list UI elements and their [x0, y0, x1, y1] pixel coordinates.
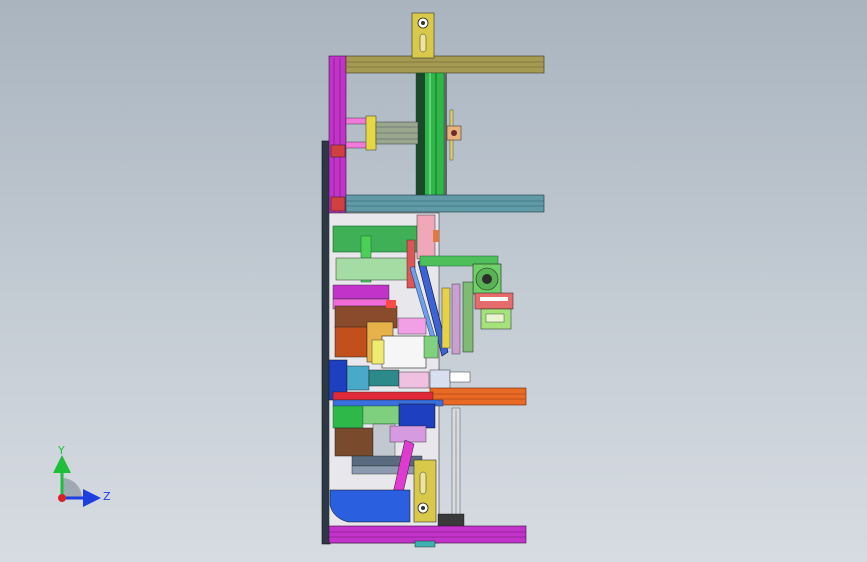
upper-magenta-column — [328, 55, 347, 214]
green-lower-block — [332, 405, 364, 429]
pink-cylinder-rod — [345, 117, 369, 125]
x-axis-dot — [58, 494, 66, 502]
z-axis-label: Z — [103, 490, 111, 503]
bottom-magenta-beam — [328, 525, 527, 544]
blue-base-plate — [329, 489, 411, 523]
base-foot — [414, 540, 436, 548]
middle-teal-beam — [345, 194, 545, 213]
column-clamp-top — [330, 144, 346, 158]
purple-stack-left — [332, 284, 390, 300]
top-olive-beam — [345, 55, 545, 74]
orange-block — [334, 326, 368, 358]
column-clamp-bottom — [330, 196, 346, 212]
orange-cross-beam — [429, 387, 527, 406]
yellow-cylinder-body — [365, 115, 377, 151]
white-cam-block — [381, 335, 427, 369]
triad-quadrant — [62, 478, 82, 498]
y-axis-label: Y — [57, 444, 65, 457]
orientation-triad: Y Z — [53, 444, 111, 507]
machine-assembly[interactable] — [321, 12, 545, 548]
cad-viewport[interactable] — [0, 0, 867, 562]
green-mount-block — [332, 225, 418, 253]
red-support-bar — [332, 391, 434, 401]
brown-block-lower — [334, 427, 374, 457]
